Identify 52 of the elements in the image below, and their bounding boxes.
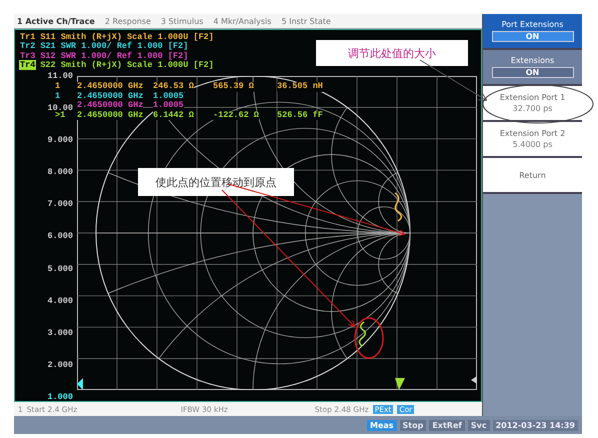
trace-settings: S11 Smith (R+jX) Scale 1.000U [F2] bbox=[40, 32, 214, 42]
marker-readout: -122.62 Ω bbox=[213, 110, 259, 120]
marker-triangle bbox=[395, 378, 405, 390]
trace-label[interactable]: Tr3 bbox=[19, 50, 36, 61]
trace-label[interactable]: Tr4 bbox=[19, 60, 36, 70]
stop-pointer bbox=[471, 376, 477, 384]
axis-label: 3.000 bbox=[47, 328, 73, 338]
softkey-button[interactable]: Return bbox=[483, 158, 582, 194]
axis-label: 9.000 bbox=[47, 135, 73, 146]
menu-tab[interactable]: 5 Instr State bbox=[281, 16, 331, 26]
axis-label: 4.000 bbox=[47, 296, 73, 306]
axis-label: 7.000 bbox=[47, 199, 73, 210]
marker-readout: 246.53 Ω bbox=[153, 82, 194, 92]
marker-readout: 565.39 Ω bbox=[213, 82, 254, 92]
menu-tab[interactable]: 4 Mkr/Analysis bbox=[213, 16, 272, 26]
marker-readout: 2.4650000 GHz bbox=[77, 101, 144, 110]
date-time: 2012-03-23 14:39 bbox=[492, 420, 578, 430]
marker-readout: 36.505 nH bbox=[277, 82, 323, 92]
trace-settings: S22 Smith (R+jX) Scale 1.000U [F2] bbox=[40, 60, 214, 70]
trace-curve bbox=[358, 321, 366, 347]
marker-number: 1 bbox=[55, 82, 60, 92]
axis-label: 5.000 bbox=[47, 264, 73, 274]
softkey-button[interactable]: Extensions ON bbox=[483, 50, 582, 86]
axis-label: 2.000 bbox=[47, 360, 73, 370]
axis-label: 11.00 bbox=[47, 71, 73, 81]
marker-readout: 6.1442 Ω bbox=[153, 110, 194, 120]
trace-settings: S21 SWR 1.000/ Ref 1.000 [F2] bbox=[40, 41, 188, 52]
menu-tab[interactable]: 2 Response bbox=[104, 16, 151, 26]
status-indicator: Stop bbox=[400, 420, 426, 430]
axis-label: 1.000 bbox=[47, 392, 73, 402]
axis-label: 8.000 bbox=[47, 167, 73, 178]
softkey-button[interactable]: Extension Port 2 5.4000 ps bbox=[483, 122, 582, 158]
marker-number: 1 bbox=[55, 92, 60, 101]
annotation-note: 调节此处值的大小 bbox=[316, 40, 468, 66]
trace-curve bbox=[394, 192, 402, 222]
marker-readout: 1.0005 bbox=[153, 101, 184, 110]
softkey-button[interactable]: Extension Port 1 32.700 ps bbox=[483, 86, 582, 122]
status-indicator: ExtRef bbox=[429, 420, 465, 430]
annotation-note: 使此点的位置移动到原点 bbox=[138, 168, 294, 196]
menu-tab[interactable]: 1 Active Ch/Trace bbox=[17, 16, 95, 26]
marker-number: >1 bbox=[55, 110, 66, 120]
axis-label: 6.000 bbox=[47, 231, 73, 242]
menu-tab[interactable]: 3 Stimulus bbox=[160, 16, 204, 26]
trace-label[interactable]: Tr2 bbox=[19, 41, 36, 52]
status-indicator: Meas bbox=[366, 420, 397, 430]
trace-label[interactable]: Tr1 bbox=[19, 32, 36, 42]
status-indicator: Svc bbox=[468, 420, 490, 430]
reference-pointer bbox=[77, 378, 83, 390]
softkey-button[interactable]: Port Extensions ON bbox=[483, 14, 582, 50]
highlight-ellipse bbox=[354, 317, 384, 359]
trace-settings: S12 SWR 1.000/ Ref 1.000 [F2] bbox=[40, 50, 188, 61]
marker-readout: 526.56 fF bbox=[277, 110, 323, 120]
